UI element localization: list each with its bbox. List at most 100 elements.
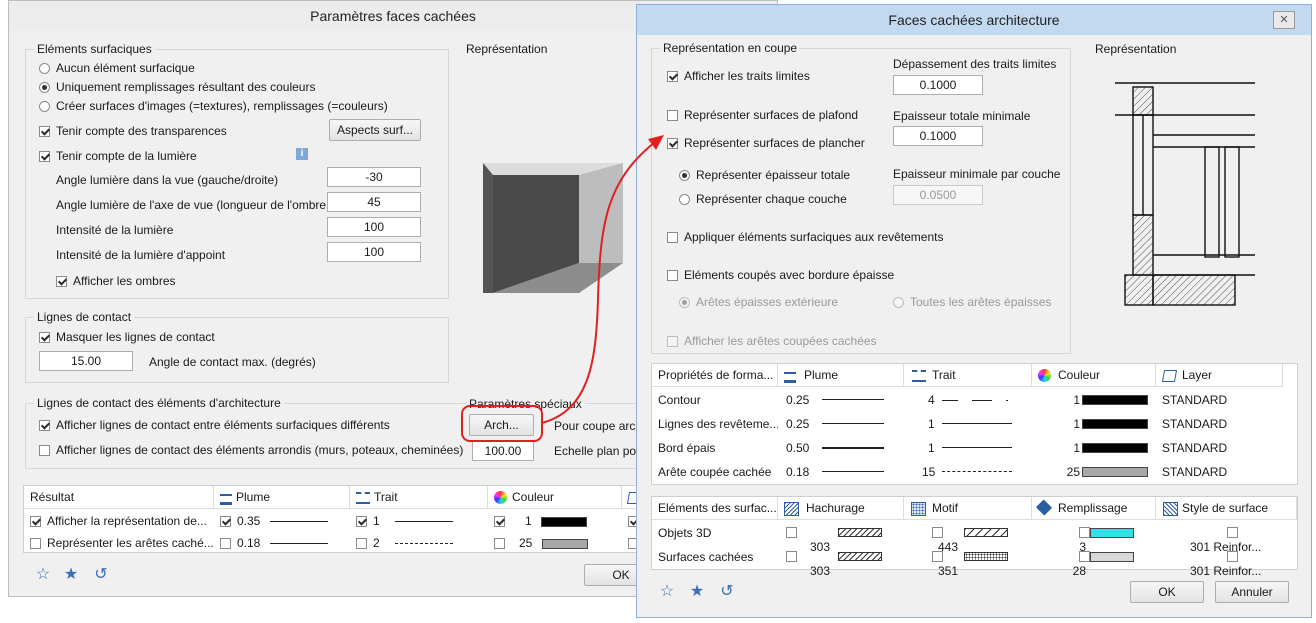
col-hachurage[interactable]: Hachurage — [778, 497, 904, 520]
intensity-input[interactable]: 100 — [327, 217, 421, 237]
angle-view-input[interactable]: -30 — [327, 167, 421, 187]
open-favorite-icon[interactable]: ☆ — [33, 565, 53, 585]
col-layer[interactable]: Layer — [1156, 364, 1283, 387]
hide-contact-checkbox[interactable]: Masquer les lignes de contact — [39, 330, 215, 344]
fill-swatch — [1090, 552, 1134, 562]
col-couleur[interactable]: Couleur — [488, 486, 622, 509]
row-checkbox[interactable] — [30, 538, 41, 550]
color-swatch — [1082, 419, 1148, 429]
info-icon[interactable]: i — [296, 148, 308, 160]
special-params-title: Paramètres spéciaux — [466, 397, 585, 411]
row-checkbox[interactable] — [30, 516, 41, 528]
motif-sample — [964, 528, 1008, 537]
representation-title: Représentation — [466, 42, 548, 56]
light-checkbox[interactable]: Tenir compte de la lumière — [39, 149, 197, 163]
color-wheel-icon — [494, 491, 507, 504]
save-favorite-icon[interactable]: ★ — [61, 565, 81, 585]
arch-contact-checkbox-1[interactable]: Afficher lignes de contact entre élément… — [39, 418, 390, 432]
radio-chaque-couche[interactable]: Représenter chaque couche — [679, 192, 847, 206]
layers-icon — [1161, 370, 1178, 382]
color-wheel-icon — [1038, 369, 1051, 382]
contact-lines-group: Lignes de contact — [25, 310, 449, 383]
intensity-aux-input[interactable]: 100 — [327, 242, 421, 262]
surface-style-icon — [1163, 502, 1178, 516]
save-favorite-icon[interactable]: ★ — [687, 582, 707, 602]
traits-limites-checkbox[interactable]: Afficher les traits limites — [667, 69, 810, 83]
contact-angle-input[interactable]: 15.00 — [39, 351, 133, 371]
col-couleur[interactable]: Couleur — [1032, 364, 1156, 387]
right-dialog: Faces cachées architecture ✕ Représentat… — [636, 4, 1312, 618]
arch-button[interactable]: Arch... — [469, 414, 534, 436]
right-representation-title: Représentation — [1095, 42, 1177, 56]
fill-bucket-icon — [1035, 499, 1053, 516]
format-properties-table: Propriétés de forma... Plume Trait Coule… — [651, 363, 1298, 485]
radio-no-surface[interactable]: Aucun élément surfacique — [39, 61, 195, 75]
pen-icon — [220, 494, 232, 505]
col-resultat[interactable]: Résultat — [24, 486, 214, 509]
table-row[interactable]: Objets 3D 303 443 3 301 Reinfor... — [652, 521, 1297, 554]
color-swatch — [1082, 395, 1148, 405]
arch-contact-title: Lignes de contact des éléments d'archite… — [34, 396, 284, 410]
color-swatch — [1082, 467, 1148, 477]
preview-3d-shape — [483, 163, 623, 293]
right-dialog-title: Faces cachées architecture — [637, 5, 1311, 35]
aretes-cachees-checkbox[interactable]: Afficher les arêtes coupées cachées — [667, 334, 877, 348]
hatch-sample — [838, 552, 882, 561]
col-style-surface[interactable]: Style de surface — [1156, 497, 1297, 520]
col-plume[interactable]: Plume — [214, 486, 350, 509]
angle-axis-label: Angle lumière de l'axe de vue (longueur … — [56, 198, 326, 212]
color-swatch — [541, 516, 588, 527]
col-trait[interactable]: Trait — [904, 364, 1032, 387]
pen-icon — [784, 372, 796, 383]
open-favorite-icon[interactable]: ☆ — [657, 582, 677, 602]
col-remplissage[interactable]: Remplissage — [1032, 497, 1156, 520]
radio-epaisseur-totale[interactable]: Représenter épaisseur totale — [679, 168, 850, 182]
color-swatch — [541, 538, 588, 549]
col-proprietes[interactable]: Propriétés de forma... — [652, 364, 778, 387]
close-icon[interactable]: ✕ — [1273, 11, 1295, 29]
intensity-aux-label: Intensité de la lumière d'appoint — [56, 248, 226, 262]
table-row[interactable]: Bord épais 0.50 1 1 STANDARD — [652, 436, 1297, 460]
radio-aretes-exterieures[interactable]: Arêtes épaisses extérieure — [679, 295, 846, 309]
section-preview-drawing — [1115, 82, 1255, 306]
col-motif[interactable]: Motif — [904, 497, 1032, 520]
epaisseur-couche-label: Epaisseur minimale par couche — [893, 167, 1061, 181]
bordure-checkbox[interactable]: Eléments coupés avec bordure épaisse — [667, 268, 894, 282]
surface-elements-title: Eléments surfaciques — [34, 42, 155, 56]
coupe-group-title: Représentation en coupe — [660, 41, 801, 55]
radio-fills-only[interactable]: Uniquement remplissages résultant des co… — [39, 80, 315, 94]
surface-elements-table: Eléments des surfac... Hachurage Motif R… — [651, 496, 1298, 578]
transparency-checkbox[interactable]: Tenir compte des transparences — [39, 124, 227, 138]
table-row[interactable]: Surfaces cachées 303 351 28 301 Reinfor.… — [652, 545, 1297, 578]
epaisseur-totale-label: Epaisseur totale minimale — [893, 109, 1031, 123]
right-ok-button[interactable]: OK — [1130, 581, 1204, 603]
col-plume[interactable]: Plume — [778, 364, 904, 387]
linetype-icon — [356, 492, 370, 504]
echelle-input[interactable]: 100.00 — [472, 441, 534, 461]
col-elements[interactable]: Eléments des surfac... — [652, 497, 778, 520]
pour-coupe-label: Pour coupe arch — [554, 419, 643, 433]
depassement-label: Dépassement des traits limites — [893, 57, 1057, 71]
echelle-label: Echelle plan pou — [554, 444, 643, 458]
reset-icon[interactable]: ↺ — [717, 582, 737, 602]
epaisseur-couche-input[interactable]: 0.0500 — [893, 185, 983, 205]
radio-textures[interactable]: Créer surfaces d'images (=textures), rem… — [39, 99, 388, 113]
epaisseur-totale-input[interactable]: 0.1000 — [893, 126, 983, 146]
appliquer-checkbox[interactable]: Appliquer éléments surfaciques aux revêt… — [667, 230, 943, 244]
col-trait[interactable]: Trait — [350, 486, 488, 509]
table-row[interactable]: Contour 0.25 4 1 STANDARD — [652, 388, 1297, 412]
arch-contact-checkbox-2[interactable]: Afficher lignes de contact des éléments … — [39, 443, 463, 457]
radio-toutes-aretes[interactable]: Toutes les arêtes épaisses — [893, 295, 1060, 309]
angle-view-label: Angle lumière dans la vue (gauche/droite… — [56, 173, 279, 187]
aspects-button[interactable]: Aspects surf... — [329, 119, 421, 141]
plancher-checkbox[interactable]: Représenter surfaces de plancher — [667, 136, 865, 150]
reset-icon[interactable]: ↺ — [91, 565, 111, 585]
angle-axis-input[interactable]: 45 — [327, 192, 421, 212]
table-row[interactable]: Arête coupée cachée 0.18 15 25 STANDARD — [652, 460, 1297, 484]
shadows-checkbox[interactable]: Afficher les ombres — [56, 274, 176, 288]
contact-angle-label: Angle de contact max. (degrés) — [149, 355, 316, 369]
depassement-input[interactable]: 0.1000 — [893, 75, 983, 95]
plafond-checkbox[interactable]: Représenter surfaces de plafond — [667, 108, 858, 122]
cancel-button[interactable]: Annuler — [1215, 581, 1289, 603]
table-row[interactable]: Lignes des revêteme... 0.25 1 1 STANDARD — [652, 412, 1297, 436]
